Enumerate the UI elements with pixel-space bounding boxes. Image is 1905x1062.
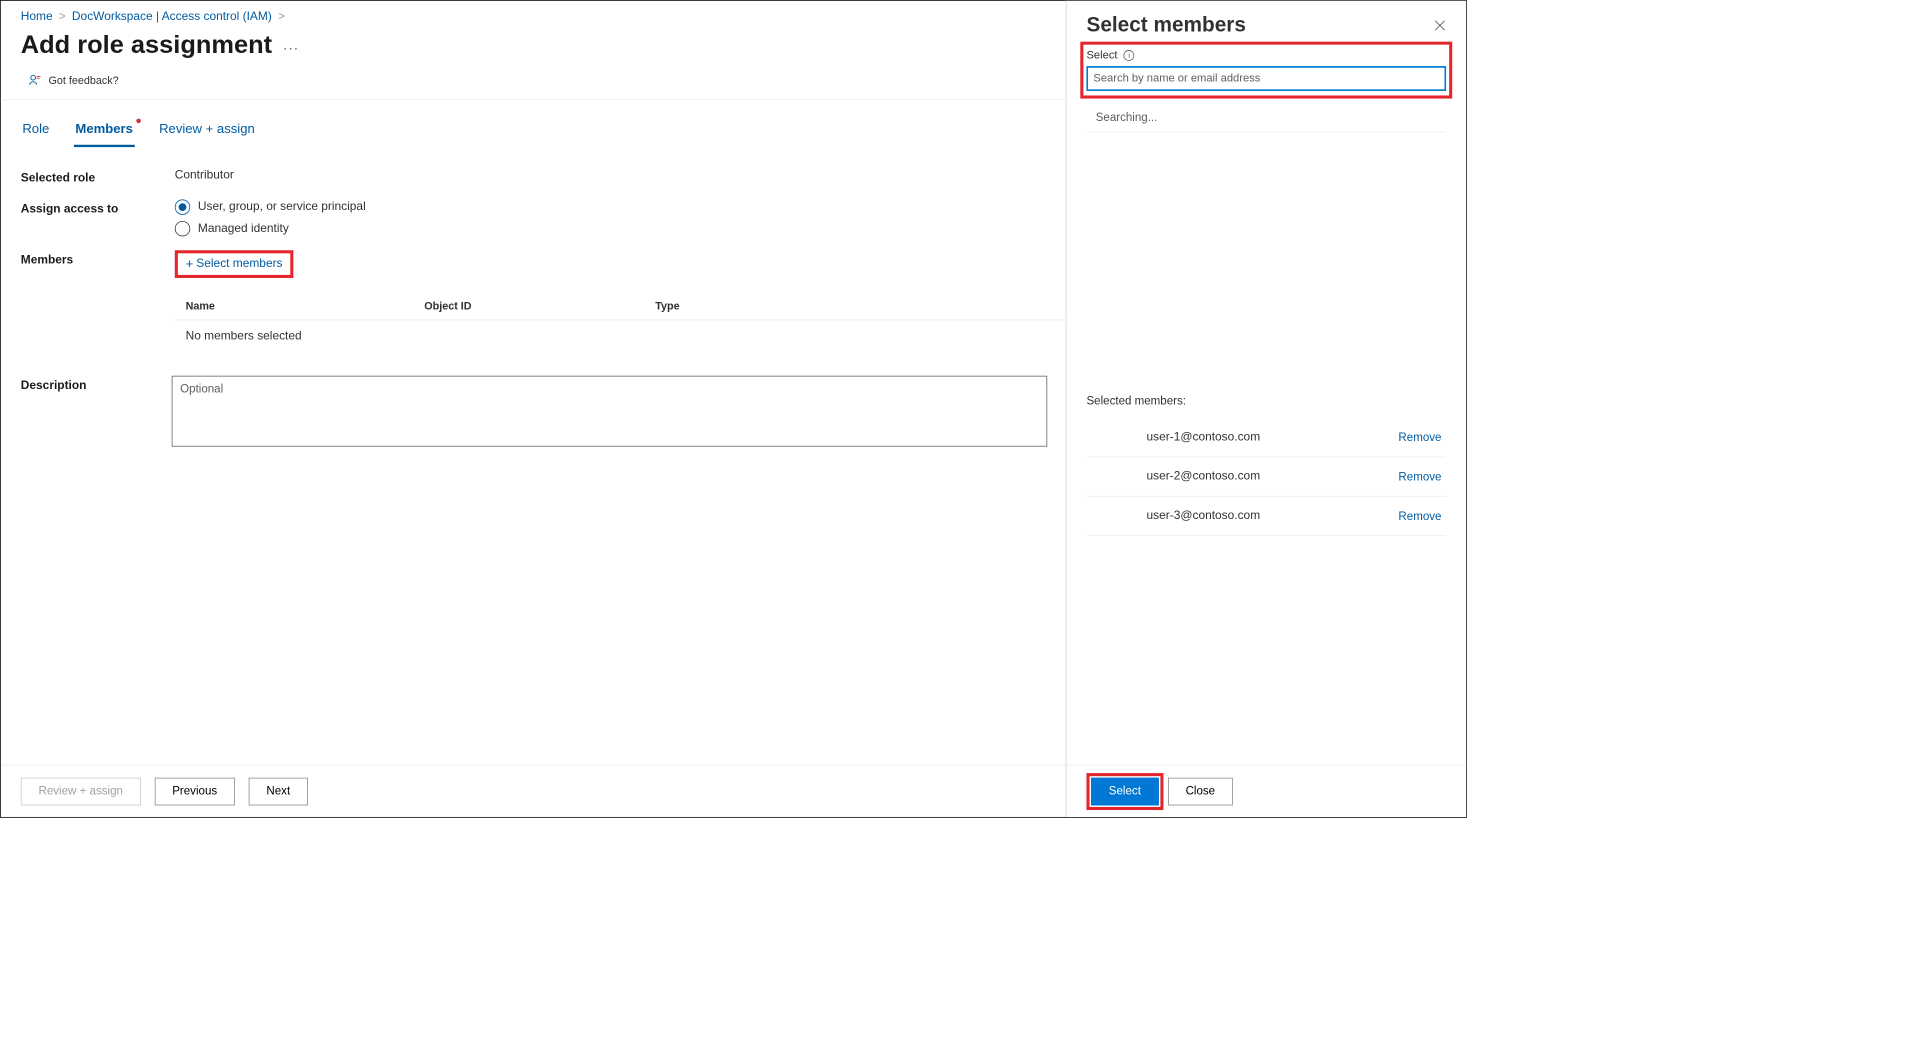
close-icon[interactable]: [1434, 19, 1446, 31]
member-search-input[interactable]: [1086, 66, 1446, 91]
select-members-link[interactable]: + Select members: [186, 256, 283, 271]
attention-dot-icon: [136, 119, 141, 124]
breadcrumb: Home > DocWorkspace | Access control (IA…: [21, 10, 1047, 24]
radio-managed-identity-label: Managed identity: [198, 222, 289, 236]
plus-icon: +: [186, 256, 194, 271]
selected-role-label: Selected role: [21, 169, 175, 186]
tab-role[interactable]: Role: [21, 117, 51, 147]
selected-member-row: user-2@contoso.com Remove: [1086, 457, 1446, 496]
info-icon[interactable]: i: [1124, 50, 1135, 61]
selected-members-label: Selected members:: [1086, 394, 1446, 407]
tab-members[interactable]: Members: [74, 117, 135, 147]
footer-bar: Review + assign Previous Next: [1, 765, 1067, 817]
select-members-panel: Select members Select i Searching... Sel…: [1066, 1, 1466, 817]
radio-managed-identity[interactable]: Managed identity: [175, 221, 366, 236]
member-email: user-2@contoso.com: [1091, 470, 1260, 484]
panel-title: Select members: [1086, 13, 1245, 37]
selected-member-row: user-3@contoso.com Remove: [1086, 497, 1446, 536]
previous-button[interactable]: Previous: [154, 777, 234, 805]
chevron-right-icon: >: [278, 10, 285, 24]
review-assign-button[interactable]: Review + assign: [21, 777, 141, 805]
radio-unselected-icon: [175, 221, 190, 236]
description-textarea[interactable]: [172, 376, 1048, 447]
page-title: Add role assignment: [21, 30, 272, 59]
more-actions-icon[interactable]: ···: [283, 33, 299, 55]
searching-text: Searching...: [1086, 100, 1446, 132]
feedback-link[interactable]: Got feedback?: [49, 74, 119, 86]
feedback-icon: [28, 73, 42, 87]
col-header-name: Name: [186, 300, 425, 312]
members-empty-message: No members selected: [175, 320, 1068, 352]
remove-member-link[interactable]: Remove: [1398, 431, 1441, 444]
member-email: user-1@contoso.com: [1091, 430, 1260, 444]
members-table: Name Object ID Type No members selected: [175, 292, 1068, 353]
selected-role-value: Contributor: [175, 169, 234, 186]
assign-access-label: Assign access to: [21, 199, 175, 236]
radio-user-group-sp-label: User, group, or service principal: [198, 200, 366, 214]
radio-selected-icon: [175, 199, 190, 214]
description-label: Description: [21, 376, 172, 447]
next-button[interactable]: Next: [249, 777, 308, 805]
selected-member-row: user-1@contoso.com Remove: [1086, 418, 1446, 457]
chevron-right-icon: >: [59, 10, 66, 24]
highlight-box: Select: [1086, 773, 1163, 810]
col-header-objectid: Object ID: [424, 300, 655, 312]
breadcrumb-parent[interactable]: DocWorkspace | Access control (IAM): [72, 10, 272, 24]
select-label: Select: [1086, 49, 1117, 61]
remove-member-link[interactable]: Remove: [1398, 509, 1441, 522]
close-button[interactable]: Close: [1168, 777, 1233, 805]
select-button[interactable]: Select: [1091, 777, 1159, 805]
highlight-box: Select i: [1080, 42, 1452, 99]
highlight-box: + Select members: [175, 250, 294, 278]
member-email: user-3@contoso.com: [1091, 509, 1260, 523]
col-header-type: Type: [655, 300, 848, 312]
tabs: Role Members Review + assign: [21, 117, 1047, 147]
breadcrumb-home[interactable]: Home: [21, 10, 53, 24]
tab-review-assign[interactable]: Review + assign: [158, 117, 257, 147]
remove-member-link[interactable]: Remove: [1398, 470, 1441, 483]
radio-user-group-sp[interactable]: User, group, or service principal: [175, 199, 366, 214]
members-label: Members: [21, 250, 175, 278]
